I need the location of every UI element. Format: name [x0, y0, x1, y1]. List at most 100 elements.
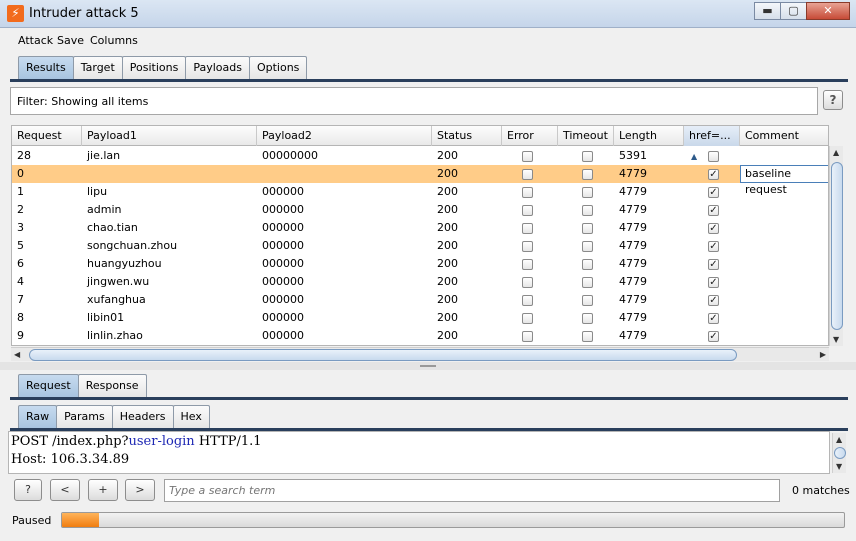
- href-checkbox[interactable]: ✓: [708, 259, 719, 270]
- timeout-checkbox[interactable]: [582, 205, 593, 216]
- column-status[interactable]: Status: [432, 126, 502, 146]
- error-checkbox[interactable]: [522, 169, 533, 180]
- table-row[interactable]: 28 jie.lan 00000000 200 5391: [12, 147, 828, 165]
- href-checkbox[interactable]: ✓: [708, 205, 719, 216]
- error-checkbox[interactable]: [522, 259, 533, 270]
- column-comment[interactable]: Comment: [740, 126, 828, 146]
- error-checkbox[interactable]: [522, 151, 533, 162]
- timeout-checkbox[interactable]: [582, 277, 593, 288]
- error-checkbox[interactable]: [522, 277, 533, 288]
- maximize-button[interactable]: ▢: [780, 2, 807, 20]
- raw-request-editor[interactable]: POST /index.php?user-login HTTP/1.1 Host…: [8, 431, 830, 474]
- cell-payload1: chao.tian: [87, 221, 138, 234]
- table-vertical-scrollbar[interactable]: ▲ ▼: [829, 146, 843, 346]
- table-row[interactable]: 5 songchuan.zhou 000000 200 4779 ✓: [12, 237, 828, 255]
- table-row[interactable]: 3 chao.tian 000000 200 4779 ✓: [12, 219, 828, 237]
- tab-hex[interactable]: Hex: [172, 405, 210, 428]
- scroll-left-icon[interactable]: ◀: [14, 350, 20, 359]
- timeout-checkbox[interactable]: [582, 151, 593, 162]
- href-checkbox[interactable]: ✓: [708, 187, 719, 198]
- tab-request[interactable]: Request: [18, 374, 79, 397]
- error-checkbox[interactable]: [522, 187, 533, 198]
- href-checkbox[interactable]: ✓: [708, 169, 719, 180]
- tab-response[interactable]: Response: [77, 374, 147, 397]
- table-row[interactable]: 0 200 4779 ✓ baseline request: [12, 165, 828, 196]
- table-row[interactable]: 7 xufanghua 000000 200 4779 ✓: [12, 291, 828, 309]
- menu-columns[interactable]: Columns: [90, 34, 138, 47]
- href-checkbox[interactable]: ✓: [708, 295, 719, 306]
- timeout-checkbox[interactable]: [582, 169, 593, 180]
- table-row[interactable]: 9 linlin.zhao 000000 200 4779 ✓: [12, 327, 828, 345]
- tab-raw[interactable]: Raw: [18, 405, 58, 428]
- search-field[interactable]: [164, 479, 780, 502]
- timeout-checkbox[interactable]: [582, 295, 593, 306]
- column-href[interactable]: href=... ▲: [684, 126, 740, 161]
- cell-length: 4779: [619, 185, 647, 198]
- menu-save[interactable]: Save: [57, 34, 84, 47]
- tab-positions[interactable]: Positions: [121, 56, 187, 79]
- horizontal-scroll-thumb[interactable]: [29, 349, 737, 361]
- tab-payloads[interactable]: Payloads: [185, 56, 250, 79]
- request-scroll-thumb[interactable]: [834, 447, 846, 459]
- scroll-right-icon[interactable]: ▶: [820, 350, 826, 359]
- search-input[interactable]: [165, 480, 779, 501]
- column-payload1[interactable]: Payload1: [82, 126, 257, 146]
- table-row[interactable]: 2 admin 000000 200 4779 ✓: [12, 201, 828, 219]
- column-payload2[interactable]: Payload2: [257, 126, 432, 146]
- href-checkbox[interactable]: [708, 151, 719, 162]
- timeout-checkbox[interactable]: [582, 259, 593, 270]
- filter-bar[interactable]: Filter: Showing all items: [10, 87, 818, 115]
- table-row[interactable]: 1 lipu 000000 200 4779 ✓: [12, 183, 828, 201]
- error-checkbox[interactable]: [522, 295, 533, 306]
- search-previous-button[interactable]: <: [50, 479, 80, 501]
- menu-attack[interactable]: Attack: [18, 34, 53, 47]
- pane-splitter[interactable]: [0, 362, 856, 370]
- search-add-button[interactable]: +: [88, 479, 118, 501]
- error-checkbox[interactable]: [522, 331, 533, 342]
- href-checkbox[interactable]: ✓: [708, 277, 719, 288]
- cell-request: 7: [17, 293, 24, 306]
- close-button[interactable]: ✕: [806, 2, 850, 20]
- column-timeout[interactable]: Timeout: [558, 126, 614, 146]
- table-horizontal-scrollbar[interactable]: ◀ ▶: [11, 347, 829, 361]
- scroll-up-icon[interactable]: ▲: [833, 148, 839, 157]
- request-scroll-down-icon[interactable]: ▼: [836, 462, 842, 471]
- scroll-down-icon[interactable]: ▼: [833, 335, 839, 344]
- request-scroll-up-icon[interactable]: ▲: [836, 435, 842, 444]
- href-checkbox[interactable]: ✓: [708, 313, 719, 324]
- timeout-checkbox[interactable]: [582, 241, 593, 252]
- error-checkbox[interactable]: [522, 313, 533, 324]
- request-vertical-scrollbar[interactable]: ▲ ▼: [832, 433, 846, 473]
- timeout-checkbox[interactable]: [582, 331, 593, 342]
- cell-payload1: huangyuzhou: [87, 257, 162, 270]
- table-row[interactable]: 4 jingwen.wu 000000 200 4779 ✓: [12, 273, 828, 291]
- timeout-checkbox[interactable]: [582, 223, 593, 234]
- vertical-scroll-thumb[interactable]: [831, 162, 843, 330]
- tab-params[interactable]: Params: [56, 405, 113, 428]
- table-row[interactable]: 6 huangyuzhou 000000 200 4779 ✓: [12, 255, 828, 273]
- cell-length: 4779: [619, 275, 647, 288]
- error-checkbox[interactable]: [522, 223, 533, 234]
- column-length[interactable]: Length: [614, 126, 684, 146]
- tab-target[interactable]: Target: [72, 56, 123, 79]
- error-checkbox[interactable]: [522, 205, 533, 216]
- search-help-button[interactable]: ?: [14, 479, 42, 501]
- tab-results[interactable]: Results: [18, 56, 74, 79]
- href-checkbox[interactable]: ✓: [708, 241, 719, 252]
- tab-headers[interactable]: Headers: [111, 405, 174, 428]
- search-next-button[interactable]: >: [125, 479, 155, 501]
- table-row[interactable]: 8 libin01 000000 200 4779 ✓: [12, 309, 828, 327]
- timeout-checkbox[interactable]: [582, 313, 593, 324]
- error-checkbox[interactable]: [522, 241, 533, 252]
- cell-request: 5: [17, 239, 24, 252]
- href-checkbox[interactable]: ✓: [708, 223, 719, 234]
- comment-editor[interactable]: baseline request: [740, 165, 828, 196]
- filter-text: Filter: Showing all items: [17, 95, 149, 108]
- href-checkbox[interactable]: ✓: [708, 331, 719, 342]
- filter-help-button[interactable]: ?: [823, 90, 843, 110]
- tab-options[interactable]: Options: [248, 56, 308, 79]
- timeout-checkbox[interactable]: [582, 187, 593, 198]
- column-request[interactable]: Request: [12, 126, 82, 146]
- minimize-button[interactable]: ▬: [754, 2, 781, 20]
- column-error[interactable]: Error: [502, 126, 558, 146]
